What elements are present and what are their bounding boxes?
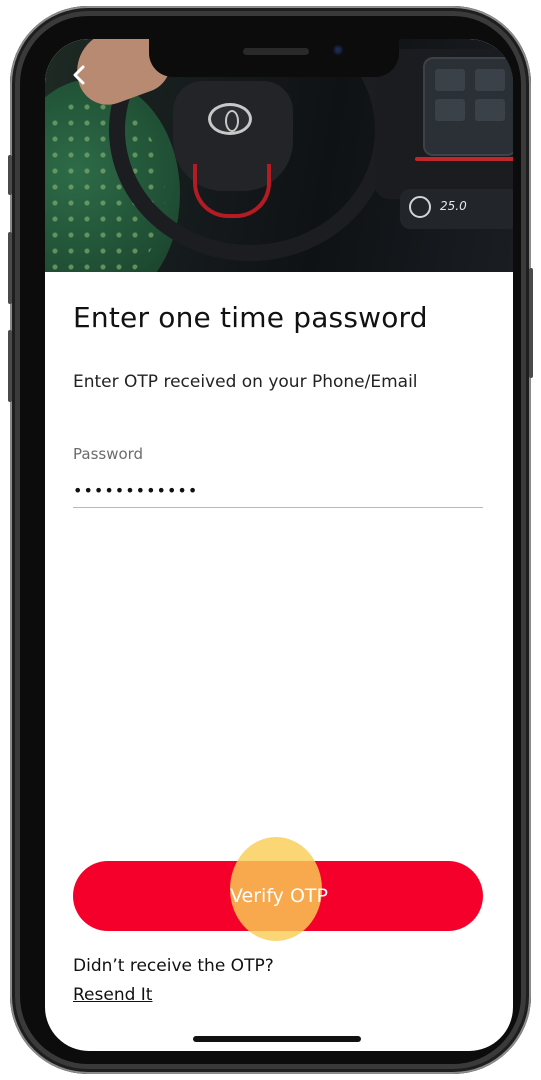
infotainment-display — [425, 59, 513, 154]
password-label: Password — [73, 445, 144, 463]
mute-switch — [8, 155, 12, 195]
device-notch — [149, 39, 399, 77]
verify-otp-button[interactable] — [73, 861, 483, 931]
home-indicator[interactable] — [193, 1036, 361, 1042]
climate-temperature: 25.0 — [440, 199, 467, 213]
volume-up-button — [8, 232, 12, 304]
page-title: Enter one time password — [73, 301, 428, 334]
brand-logo — [208, 103, 252, 135]
power-button — [529, 268, 533, 378]
camera-icon — [333, 45, 343, 55]
app-screen: 25.0 Enter one time password Enter OTP r… — [45, 39, 513, 1051]
page-subtitle: Enter OTP received on your Phone/Email — [73, 372, 418, 392]
volume-down-button — [8, 330, 12, 402]
climate-knob — [409, 196, 431, 218]
resend-prompt: Didn’t receive the OTP? — [73, 956, 274, 976]
speaker-grille — [243, 48, 309, 55]
chevron-left-icon — [73, 65, 85, 85]
password-field[interactable] — [73, 473, 483, 508]
resend-link[interactable]: Resend It — [73, 985, 152, 1005]
back-button[interactable] — [63, 59, 95, 91]
console-trim — [415, 157, 513, 161]
